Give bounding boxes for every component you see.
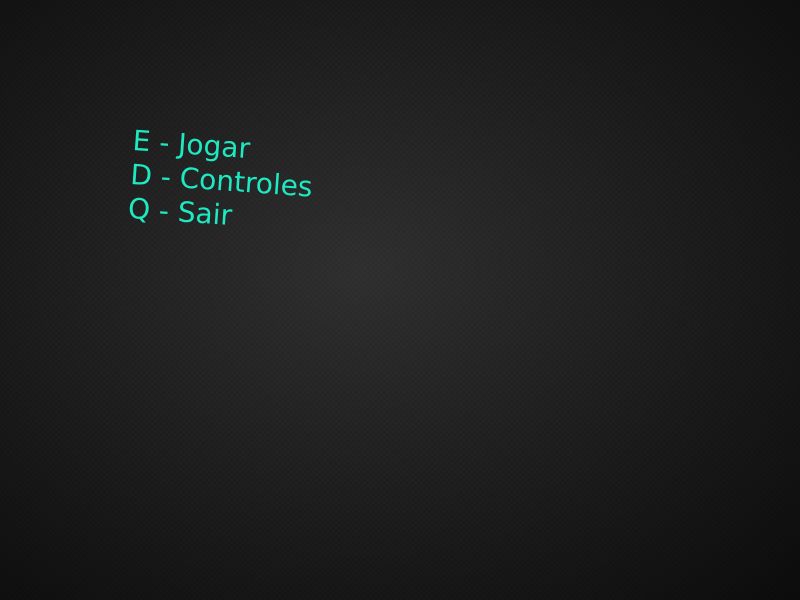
main-menu: E - Jogar D - Controles Q - Sair — [127, 124, 316, 238]
carbon-fiber-background — [0, 0, 800, 600]
